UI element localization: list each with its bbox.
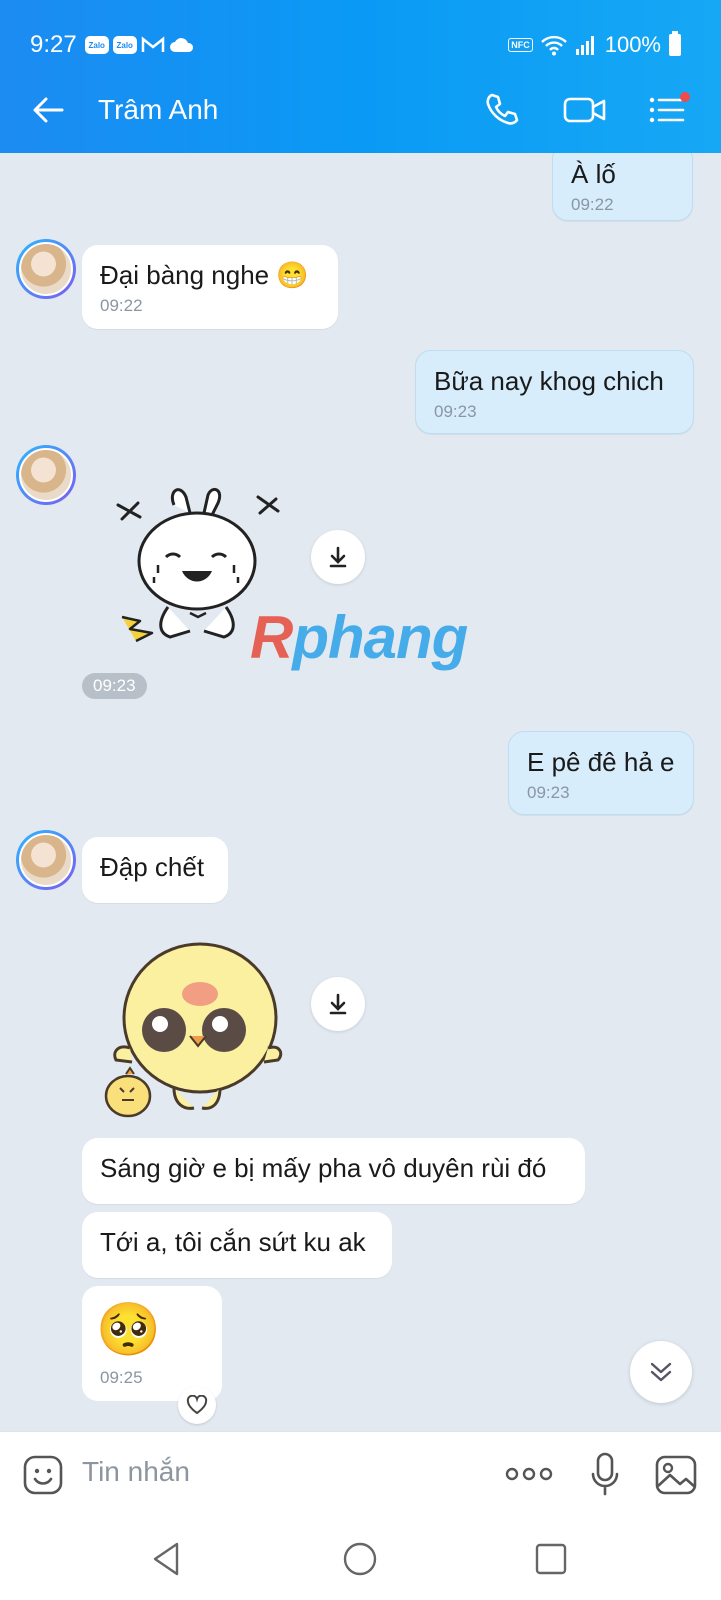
status-bar: 9:27 Zalo Zalo NFC 100%	[30, 28, 681, 62]
message-bubble-incoming[interactable]: Đập chết	[82, 837, 228, 903]
signal-icon	[575, 36, 594, 55]
message-time: 09:22	[100, 296, 143, 315]
status-time: 9:27	[30, 31, 77, 58]
cloud-icon	[169, 38, 193, 52]
message-bubble-incoming[interactable]: Đại bàng nghe 😁 09:22	[82, 245, 338, 329]
message-text: Đại bàng nghe 😁	[100, 260, 309, 290]
message-text: Sáng giờ e bị mấy pha vô duyên rùi đó	[100, 1153, 547, 1183]
message-bubble-incoming[interactable]: Sáng giờ e bị mấy pha vô duyên rùi đó	[82, 1138, 585, 1204]
react-heart-button[interactable]	[178, 1386, 216, 1424]
zalo-notification-icon: Zalo	[112, 36, 137, 54]
sticker-download-button[interactable]	[311, 977, 365, 1031]
more-options-icon[interactable]	[505, 1466, 553, 1482]
back-arrow-icon[interactable]	[30, 92, 66, 128]
sticker-download-button[interactable]	[311, 530, 365, 584]
system-navigation-bar	[0, 1517, 721, 1600]
message-bubble-outgoing[interactable]: Bữa nay khog chich 09:23	[415, 350, 694, 434]
chat-messages-area[interactable]: À lố 09:22 Đại bàng nghe 😁 09:22 Bữa nay…	[0, 153, 721, 1431]
message-bubble-outgoing[interactable]: E pê đê hả e 09:23	[508, 731, 694, 815]
message-bubble-incoming[interactable]: Tới a, tôi cắn sứt ku ak	[82, 1212, 392, 1278]
app-header: 9:27 Zalo Zalo NFC 100% Trâm Anh	[0, 0, 721, 153]
phone-call-icon[interactable]	[482, 90, 522, 130]
watermark-logo: Rphang	[250, 603, 468, 672]
message-time: 09:23	[527, 783, 570, 802]
menu-list-icon[interactable]	[646, 90, 692, 130]
wifi-icon	[540, 35, 567, 56]
message-input[interactable]: Tin nhắn	[82, 1456, 190, 1488]
double-chevron-down-icon	[650, 1362, 672, 1382]
message-bubble-outgoing[interactable]: À lố 09:22	[552, 153, 693, 221]
nav-home-icon[interactable]	[342, 1541, 378, 1577]
download-icon	[329, 546, 347, 568]
message-time: 09:22	[571, 195, 614, 214]
chat-nav-bar: Trâm Anh	[0, 68, 721, 153]
message-time-pill: 09:23	[82, 673, 147, 699]
contact-avatar[interactable]	[16, 445, 76, 505]
message-text: Bữa nay khog chich	[434, 366, 664, 396]
message-text: E pê đê hả e	[527, 747, 675, 777]
contact-avatar[interactable]	[16, 239, 76, 299]
download-icon	[329, 993, 347, 1015]
gmail-icon	[141, 36, 164, 52]
heart-icon	[186, 1395, 208, 1415]
message-time: 09:25	[100, 1368, 143, 1387]
watermark-first-letter: R	[250, 604, 293, 671]
battery-percent: 100%	[604, 32, 661, 57]
status-notification-icons: Zalo Zalo	[84, 36, 195, 54]
nfc-icon: NFC	[508, 38, 533, 52]
watermark-rest: phang	[292, 604, 468, 671]
scroll-to-bottom-button[interactable]	[630, 1341, 692, 1403]
crying-chick-sticker[interactable]	[100, 938, 296, 1124]
message-composer: Tin nhắn	[0, 1431, 721, 1517]
battery-icon	[669, 31, 681, 56]
zalo-notification-icon: Zalo	[84, 36, 109, 54]
microphone-icon[interactable]	[590, 1452, 620, 1498]
sticker-emoji-icon[interactable]	[22, 1454, 64, 1496]
video-call-icon[interactable]	[562, 90, 608, 130]
emoji-message: 🥺	[96, 1301, 161, 1359]
message-text: À lố	[571, 159, 616, 189]
chat-title[interactable]: Trâm Anh	[98, 94, 218, 126]
nav-recents-icon[interactable]	[534, 1542, 568, 1576]
contact-avatar[interactable]	[16, 830, 76, 890]
message-text: Đập chết	[100, 852, 205, 882]
message-time: 09:23	[434, 402, 477, 421]
nav-back-icon[interactable]	[150, 1541, 182, 1577]
message-bubble-incoming[interactable]: 🥺 09:25	[82, 1286, 222, 1401]
image-gallery-icon[interactable]	[654, 1454, 698, 1496]
message-text: Tới a, tôi cắn sứt ku ak	[100, 1227, 366, 1257]
